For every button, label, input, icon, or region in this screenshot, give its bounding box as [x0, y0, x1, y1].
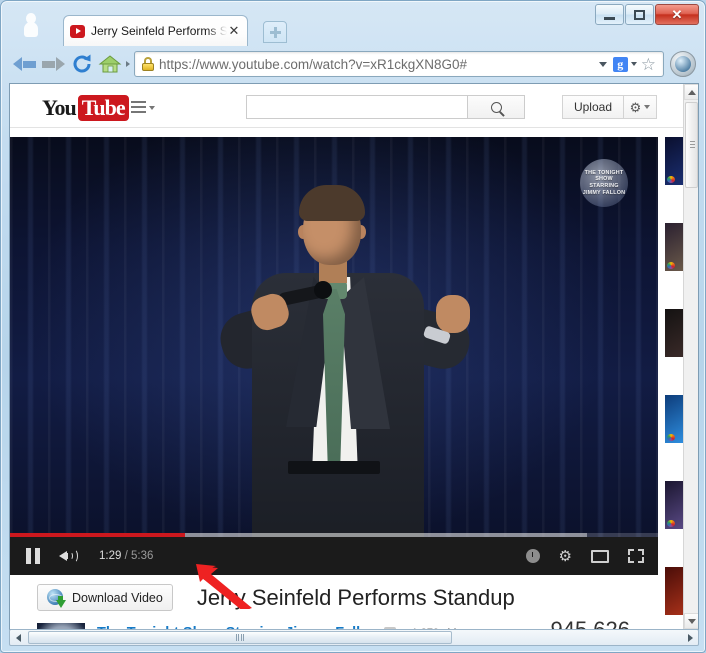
guide-menu-icon[interactable] [131, 101, 146, 116]
watch-later-icon[interactable] [525, 549, 540, 563]
logo-tube-text: Tube [77, 95, 129, 121]
scroll-left-button[interactable] [10, 630, 26, 645]
related-video-item[interactable] [665, 223, 685, 308]
settings-button[interactable]: ⚙ [624, 95, 657, 119]
browser-tab[interactable]: Jerry Seinfeld Performs Sta ✕ [63, 15, 248, 46]
gear-icon: ⚙ [629, 99, 642, 115]
forward-arrow-icon[interactable] [40, 54, 66, 74]
current-time: 1:29 [99, 550, 122, 562]
chevron-down-icon[interactable] [598, 61, 607, 67]
download-globe-icon [47, 588, 66, 608]
youtube-page: You Tube Upload ⚙ THE TONIGHT SHOW STARR… [10, 84, 685, 629]
pause-button[interactable] [26, 548, 41, 564]
player-control-bar: 1:29 / 5:36 ⚙ [10, 533, 658, 575]
download-video-button[interactable]: Download Video [37, 584, 173, 611]
tab-title: Jerry Seinfeld Performs Sta [91, 24, 227, 38]
related-video-item[interactable] [665, 309, 685, 394]
caret-right-icon [687, 633, 693, 642]
download-video-label: Download Video [72, 590, 163, 605]
masthead-actions: Upload ⚙ [561, 95, 657, 119]
nbc-peacock-icon [667, 176, 675, 183]
globe-settings-icon[interactable] [670, 51, 696, 77]
caret-down-icon [687, 618, 696, 624]
navigation-bar: https://www.youtube.com/watch?v=xR1ckgXN… [8, 46, 700, 82]
new-tab-button[interactable] [263, 21, 287, 43]
youtube-favicon [70, 24, 85, 38]
video-player[interactable]: THE TONIGHT SHOW STARRING JIMMY FALLON 1… [10, 137, 658, 575]
time-display: 1:29 / 5:36 [99, 550, 153, 562]
related-thumb-6[interactable] [665, 567, 685, 615]
nbc-peacock-icon [667, 262, 675, 269]
tab-close-icon[interactable]: ✕ [227, 23, 241, 39]
search-bar [246, 95, 525, 119]
youtube-masthead: You Tube Upload ⚙ [10, 84, 685, 128]
fullscreen-icon[interactable] [628, 549, 644, 563]
horizontal-scroll-thumb[interactable] [28, 631, 452, 644]
related-thumb-5[interactable] [665, 481, 685, 529]
guide-chevron-icon[interactable] [149, 106, 155, 110]
lock-icon [141, 56, 155, 72]
scroll-grip-icon [690, 141, 695, 150]
upload-label: Upload [573, 100, 612, 114]
related-video-item[interactable] [665, 395, 685, 480]
player-settings-gear-icon[interactable]: ⚙ [559, 549, 572, 564]
vertical-scroll-thumb[interactable] [685, 102, 698, 188]
player-left-controls: 1:29 / 5:36 [26, 537, 153, 575]
search-button[interactable] [468, 95, 525, 119]
back-arrow-icon[interactable] [12, 54, 38, 74]
search-input[interactable] [246, 95, 468, 119]
player-right-controls: ⚙ [525, 537, 644, 575]
page-viewport: You Tube Upload ⚙ THE TONIGHT SHOW STARR… [9, 83, 699, 630]
nbc-peacock-icon [667, 434, 675, 441]
related-videos-rail [665, 137, 685, 629]
time-separator: / [124, 550, 128, 562]
related-video-item[interactable] [665, 137, 685, 222]
search-engine-chevron-icon[interactable] [630, 62, 637, 66]
volume-icon[interactable] [59, 548, 81, 564]
bookmark-star-icon[interactable]: ☆ [641, 56, 656, 73]
caret-up-icon [687, 89, 696, 95]
youtube-logo[interactable]: You Tube [42, 95, 129, 121]
caret-left-icon [15, 633, 21, 642]
tab-strip: Jerry Seinfeld Performs Sta ✕ [1, 15, 705, 47]
related-thumb-4[interactable] [665, 395, 685, 443]
address-bar[interactable]: https://www.youtube.com/watch?v=xR1ckgXN… [134, 51, 664, 77]
search-icon [490, 101, 502, 113]
performer-figure [200, 177, 480, 575]
vertical-scrollbar[interactable] [683, 84, 698, 629]
related-thumb-2[interactable] [665, 223, 685, 271]
chevron-down-icon [644, 105, 651, 109]
title-row: Download Video Jerry Seinfeld Performs S… [10, 584, 658, 611]
related-thumb-1[interactable] [665, 137, 685, 185]
duration: 5:36 [131, 550, 154, 562]
plus-icon [269, 26, 281, 38]
theater-mode-icon[interactable] [591, 549, 609, 563]
nav-separator-icon [126, 61, 130, 67]
browser-window: ✕ Jerry Seinfeld Performs Sta ✕ https://… [0, 0, 706, 653]
horizontal-scrollbar[interactable] [9, 629, 699, 646]
logo-you-text: You [42, 95, 77, 120]
upload-button[interactable]: Upload [561, 95, 624, 119]
reload-icon[interactable] [71, 53, 93, 75]
google-search-icon[interactable]: g [612, 56, 628, 72]
scroll-down-button[interactable] [684, 613, 698, 629]
scroll-up-button[interactable] [684, 84, 698, 100]
scroll-right-button[interactable] [682, 630, 698, 645]
related-video-item[interactable] [665, 567, 685, 629]
related-video-item[interactable] [665, 481, 685, 566]
home-icon[interactable] [98, 53, 122, 75]
nbc-peacock-icon [667, 520, 675, 527]
page-title: Jerry Seinfeld Performs Standup [196, 584, 515, 610]
related-thumb-3[interactable] [665, 309, 685, 357]
channel-watermark[interactable]: THE TONIGHT SHOW STARRING JIMMY FALLON [580, 159, 628, 207]
url-text: https://www.youtube.com/watch?v=xR1ckgXN… [159, 56, 468, 72]
